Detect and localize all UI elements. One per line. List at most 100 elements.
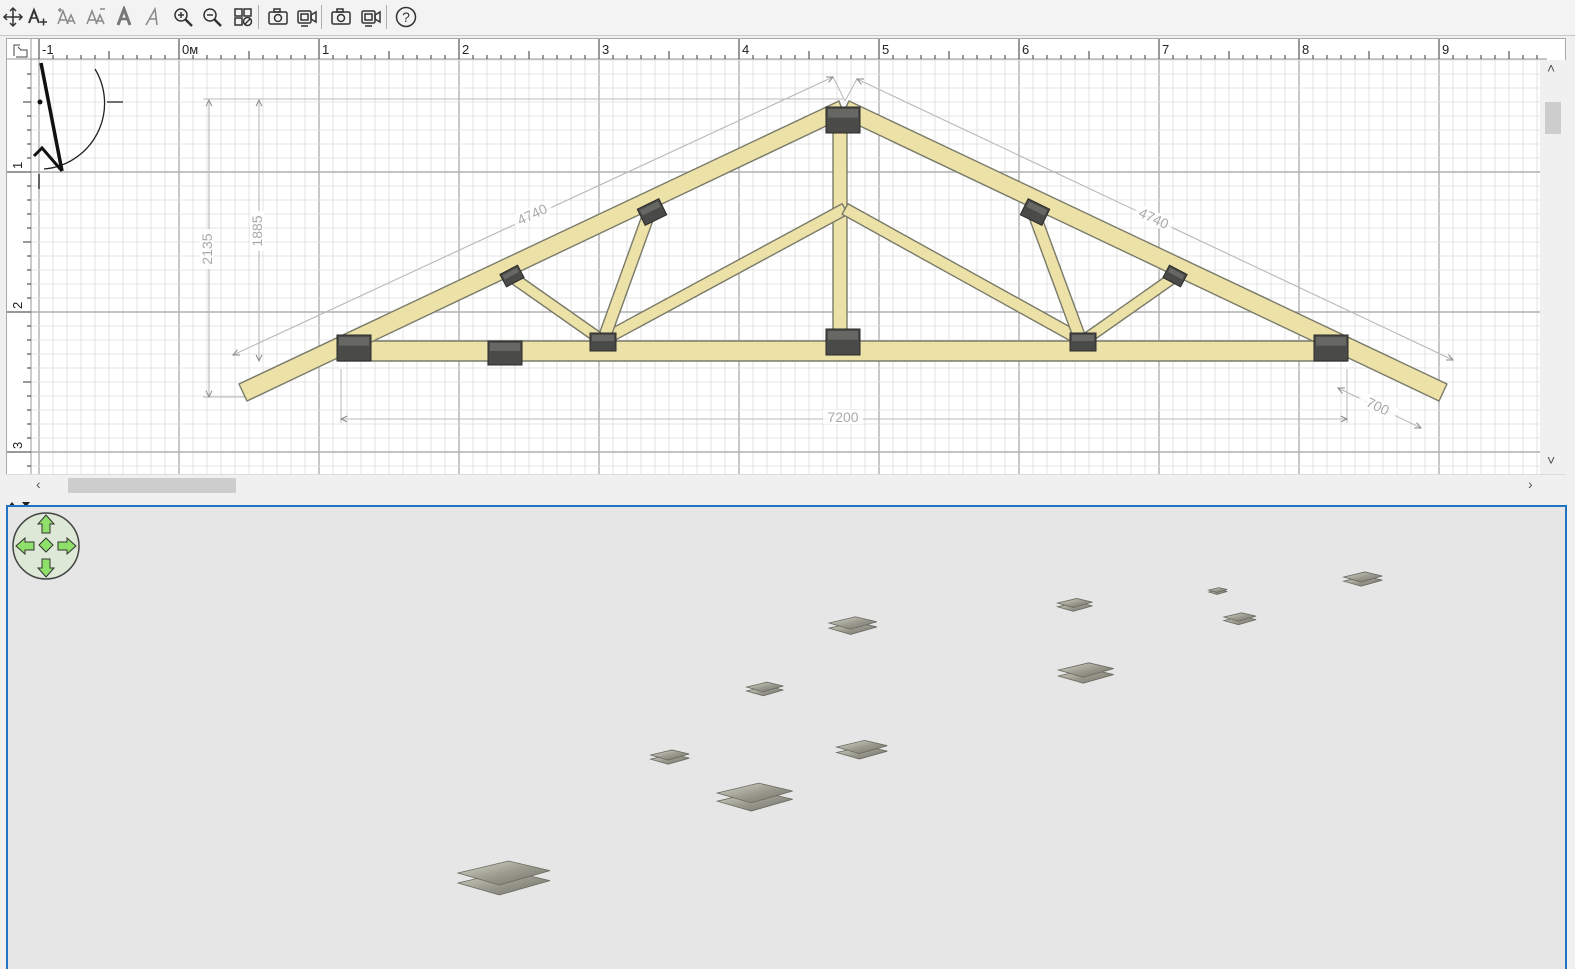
scroll-up-icon[interactable]: ˄: [1547, 60, 1555, 76]
plate-3d-model: [827, 616, 878, 635]
top-ruler: [7, 39, 1565, 59]
dimension-span-label: 7200: [827, 409, 858, 425]
toolbar-separator: [321, 5, 322, 29]
web-diagonal: [597, 203, 849, 347]
font-size-up-icon: [57, 8, 76, 25]
plate-3d-model: [456, 860, 551, 896]
scroll-right-icon[interactable]: ›: [1528, 476, 1533, 492]
zoom-in-icon: [174, 8, 193, 27]
bottom-web-plate: [1069, 332, 1097, 352]
dimension-inner-height-label: 1885: [249, 215, 265, 246]
svg-text:?: ?: [402, 9, 410, 25]
plate-3d-model: [745, 681, 784, 697]
ruler-corner: [9, 40, 29, 58]
plate-highlight: [490, 343, 520, 351]
compass-center: [37, 99, 43, 105]
help-icon: ?: [395, 6, 417, 28]
bold-text-button[interactable]: [111, 4, 137, 30]
ruler-label-x: 7: [1162, 42, 1169, 57]
plate-3d-model: [649, 749, 690, 765]
video-3d-button[interactable]: [358, 4, 384, 30]
font-size-down-icon: [86, 8, 105, 25]
dimension-overall-height-label: 2135: [199, 233, 215, 264]
ruler-label-y: 2: [10, 302, 25, 309]
add-text-button[interactable]: [24, 4, 50, 30]
video-3d-icon: [361, 10, 381, 27]
ruler-label-x: 1: [322, 42, 329, 57]
truss: [238, 100, 1448, 402]
dimension-left-rafter: 4740: [231, 76, 835, 356]
king-post: [832, 118, 848, 342]
video-camera-icon: [297, 10, 317, 27]
plate-highlight: [1072, 335, 1094, 341]
right-heel-plate: [1313, 334, 1349, 362]
zoom-out-button[interactable]: [199, 4, 225, 30]
plate-3d-model: [1055, 598, 1093, 612]
camera-button[interactable]: [265, 4, 291, 30]
move-tool-button[interactable]: [0, 4, 26, 30]
plate-highlight: [828, 331, 858, 340]
ruler-label-x: 9: [1442, 42, 1449, 57]
3d-view-panel[interactable]: [6, 505, 1567, 969]
ruler-label-x: 4: [742, 42, 749, 57]
dimension-left-rafter-label: 4740: [515, 200, 550, 228]
plate-highlight: [592, 335, 614, 341]
bottom-splice-plate: [487, 340, 523, 366]
font-size-down-button[interactable]: [83, 4, 109, 30]
left-heel-plate: [336, 334, 372, 362]
ruler-label-x: 3: [602, 42, 609, 57]
plate-3d-model: [1207, 587, 1228, 595]
plate-highlight: [1316, 337, 1346, 346]
toolbar-separator: [258, 5, 259, 29]
scroll-left-icon[interactable]: ‹: [36, 476, 41, 492]
ruler-label-x: 0м: [182, 42, 198, 57]
font-size-up-button[interactable]: [54, 4, 80, 30]
plate-3d-model: [715, 782, 793, 812]
layers-button[interactable]: [230, 4, 256, 30]
ruler-label-x: 2: [462, 42, 469, 57]
horizontal-scrollbar[interactable]: ‹ ›: [6, 474, 1566, 496]
dimension-right-rafter: 4740: [855, 78, 1455, 361]
ruler-label-x: 5: [882, 42, 889, 57]
video-camera-button[interactable]: [294, 4, 320, 30]
help-button[interactable]: ?: [393, 4, 419, 30]
compass: [32, 62, 123, 189]
camera-icon: [268, 8, 288, 25]
horizontal-scroll-thumb[interactable]: [68, 478, 236, 493]
add-text-icon: [28, 7, 47, 26]
extension-line: [832, 76, 846, 102]
plate-3d-model: [1342, 571, 1383, 587]
camera-3d-button[interactable]: [328, 4, 354, 30]
plate-highlight: [828, 109, 858, 118]
truss-drawing-canvas[interactable]: -1 0м 1 2 3 4 5 6 7 8 9 1 2 3 2135 1885 4740 4740 7200 700: [6, 38, 1566, 496]
bottom-center-plate: [825, 328, 861, 356]
scroll-down-icon[interactable]: ˅: [1547, 452, 1555, 468]
toolbar-separator: [386, 5, 387, 29]
pane-splitter[interactable]: [6, 496, 1566, 507]
dimension-overhang: 700: [1336, 387, 1423, 429]
zoom-out-icon: [203, 8, 222, 27]
bold-text-icon: [116, 6, 132, 26]
ridge-plate: [825, 106, 861, 134]
plate-3d-model: [1222, 612, 1257, 626]
dimension-span: 7200: [339, 409, 1349, 425]
camera-3d-icon: [331, 8, 351, 25]
3d-view-svg[interactable]: [8, 507, 1567, 969]
vertical-scroll-thumb[interactable]: [1545, 102, 1561, 134]
italic-text-button[interactable]: [140, 4, 166, 30]
move-tool-icon: [2, 6, 24, 28]
ruler-label-x: 6: [1022, 42, 1029, 57]
left-ruler: [7, 39, 31, 479]
layers-icon: [234, 8, 253, 27]
zoom-in-button[interactable]: [170, 4, 196, 30]
vertical-scrollbar[interactable]: ˄ ˅: [1540, 60, 1566, 474]
ruler-label-y: 3: [10, 442, 25, 449]
toolbar: ?: [0, 0, 1575, 36]
compass-needle: [39, 62, 64, 172]
grid: [31, 59, 1547, 475]
plate-3d-model: [835, 739, 888, 760]
plate-highlight: [339, 337, 369, 346]
navigation-control[interactable]: [12, 512, 80, 580]
truss-drawing-svg[interactable]: -1 0м 1 2 3 4 5 6 7 8 9 1 2 3 2135 1885 4740 4740 7200 700: [7, 39, 1566, 496]
rulers: -1 0м 1 2 3 4 5 6 7 8 9 1 2 3: [7, 39, 1565, 479]
